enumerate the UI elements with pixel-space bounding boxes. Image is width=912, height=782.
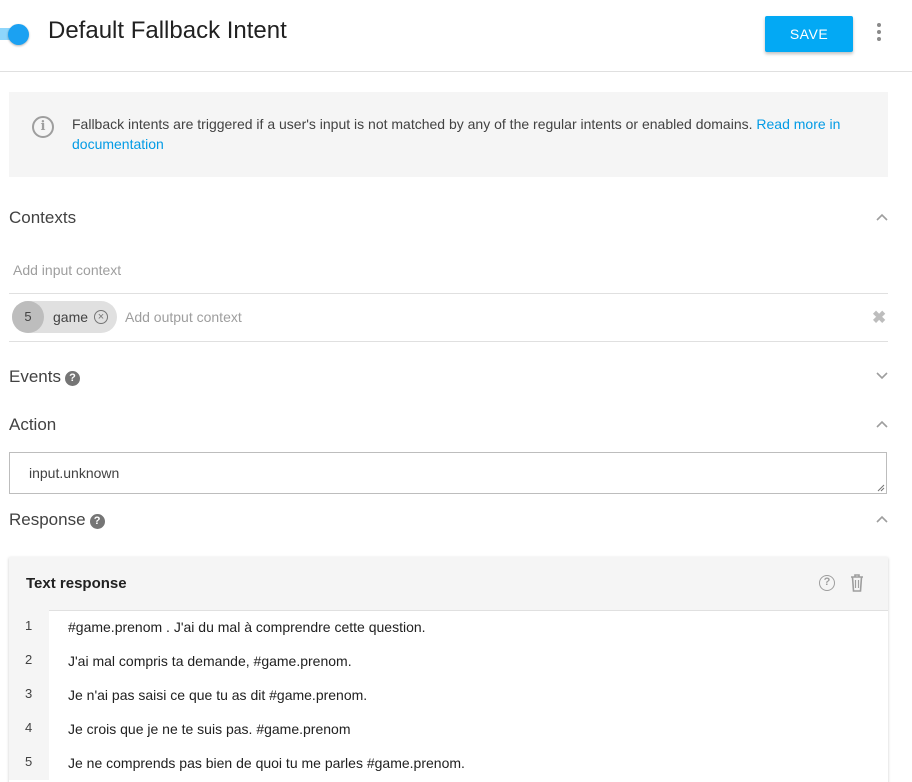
- row-number: 4: [9, 712, 49, 746]
- intent-enabled-toggle[interactable]: [0, 24, 29, 45]
- text-response-title: Text response: [26, 575, 127, 592]
- action-section-title[interactable]: Action: [9, 415, 56, 435]
- output-context-chip[interactable]: 5 game ×: [12, 301, 117, 333]
- toggle-knob: [8, 24, 29, 45]
- context-lifespan[interactable]: 5: [12, 301, 44, 333]
- info-icon: i: [32, 116, 54, 138]
- events-section-title[interactable]: Events?: [9, 367, 80, 387]
- action-value: input.unknown: [29, 465, 120, 481]
- resize-handle-icon[interactable]: [877, 484, 885, 492]
- response-text[interactable]: Je ne comprends pas bien de quoi tu me p…: [68, 755, 465, 771]
- help-icon[interactable]: ?: [89, 514, 105, 529]
- row-number: 2: [9, 644, 49, 678]
- chevron-up-icon[interactable]: [876, 213, 888, 221]
- chevron-up-icon[interactable]: [876, 420, 888, 428]
- output-context-field[interactable]: 5 game × Add output context ✖: [9, 294, 888, 342]
- info-text: Fallback intents are triggered if a user…: [72, 114, 862, 154]
- fallback-info-banner: i Fallback intents are triggered if a us…: [9, 92, 888, 177]
- response-text[interactable]: Je crois que je ne te suis pas. #game.pr…: [68, 721, 351, 737]
- intent-title[interactable]: Default Fallback Intent: [48, 17, 287, 45]
- row-number: 3: [9, 678, 49, 712]
- output-context-placeholder: Add output context: [125, 309, 242, 325]
- action-input[interactable]: input.unknown: [9, 452, 887, 494]
- response-row[interactable]: 5 Je ne comprends pas bien de quoi tu me…: [9, 746, 888, 780]
- help-outline-icon[interactable]: ?: [819, 575, 835, 591]
- contexts-section-title[interactable]: Contexts: [9, 208, 76, 228]
- intent-header: Default Fallback Intent SAVE: [0, 0, 912, 72]
- row-number: 1: [9, 610, 49, 644]
- save-button[interactable]: SAVE: [765, 16, 853, 52]
- response-row[interactable]: 4 Je crois que je ne te suis pas. #game.…: [9, 712, 888, 746]
- response-label: Response: [9, 510, 86, 529]
- response-row[interactable]: 3 Je n'ai pas saisi ce que tu as dit #ga…: [9, 678, 888, 712]
- input-context-placeholder: Add input context: [13, 262, 122, 278]
- response-row[interactable]: 1 #game.prenom . J'ai du mal à comprendr…: [9, 610, 888, 644]
- help-icon[interactable]: ?: [64, 371, 80, 386]
- chevron-up-icon[interactable]: [876, 515, 888, 523]
- row-number: 5: [9, 746, 49, 780]
- clear-contexts-icon[interactable]: ✖: [872, 308, 886, 328]
- more-vert-icon[interactable]: [869, 20, 889, 44]
- trash-icon[interactable]: [850, 574, 864, 592]
- text-response-header: Text response ?: [9, 557, 888, 611]
- events-label: Events: [9, 367, 61, 386]
- info-message: Fallback intents are triggered if a user…: [72, 116, 753, 132]
- response-text[interactable]: Je n'ai pas saisi ce que tu as dit #game…: [68, 687, 367, 703]
- text-response-card: Text response ? 1 #game.prenom . J'ai du…: [9, 557, 888, 782]
- input-context-field[interactable]: Add input context: [9, 252, 888, 294]
- remove-context-icon[interactable]: ×: [94, 310, 108, 324]
- context-name: game: [53, 309, 89, 325]
- response-row[interactable]: 2 J'ai mal compris ta demande, #game.pre…: [9, 644, 888, 678]
- response-text[interactable]: J'ai mal compris ta demande, #game.preno…: [68, 653, 352, 669]
- response-section-title[interactable]: Response?: [9, 510, 105, 530]
- response-text[interactable]: #game.prenom . J'ai du mal à comprendre …: [68, 619, 426, 635]
- chevron-down-icon[interactable]: [876, 372, 888, 380]
